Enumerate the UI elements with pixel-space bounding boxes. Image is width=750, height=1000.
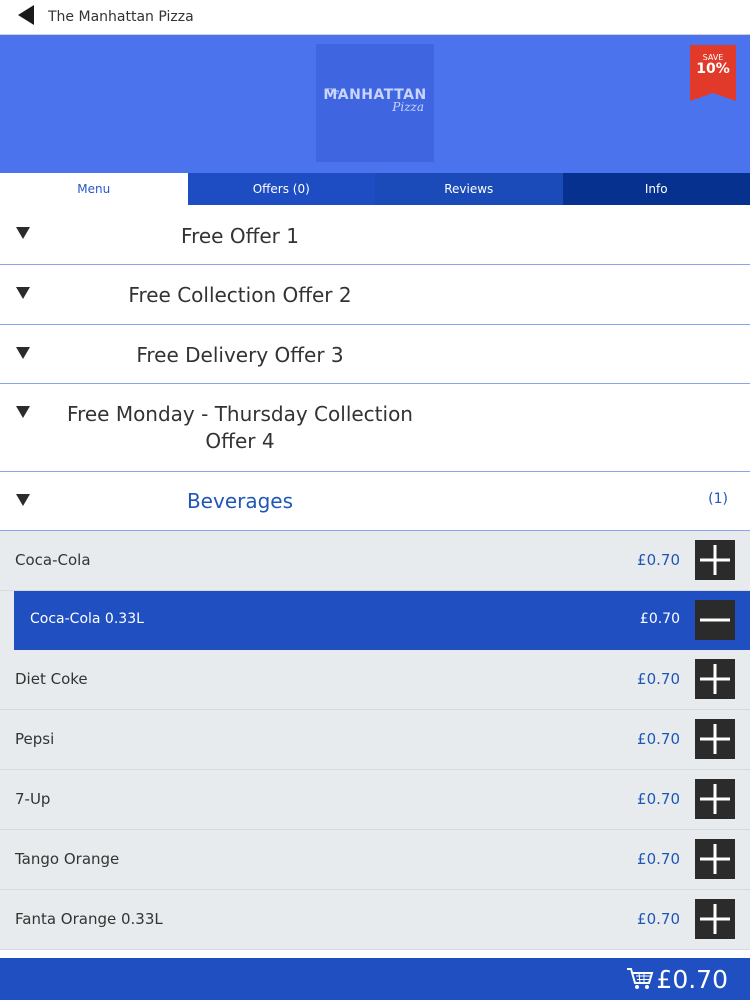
tab-info[interactable]: Info (562, 173, 750, 205)
add-button[interactable] (695, 779, 735, 819)
add-button[interactable] (695, 839, 735, 879)
add-button[interactable] (695, 899, 735, 939)
remove-button[interactable] (695, 600, 735, 640)
category-label: Beverages (186, 489, 294, 513)
item-name: Diet Coke (15, 670, 88, 688)
list-item: Coca-Cola £0.70 (0, 531, 750, 591)
add-button[interactable] (695, 540, 735, 580)
item-price: £0.70 (637, 910, 680, 928)
item-name: Fanta Orange 0.33L (15, 910, 163, 928)
item-price: £0.70 (637, 670, 680, 688)
logo-the: The (326, 88, 340, 96)
expand-triangle-icon (16, 406, 30, 418)
category-label: Free Offer 1 (181, 224, 299, 248)
item-name: Coca-Cola (15, 551, 91, 569)
tab-reviews[interactable]: Reviews (375, 173, 563, 205)
expand-triangle-icon (16, 287, 30, 299)
cart-footer[interactable]: £0.70 (0, 958, 750, 1000)
ribbon-save: SAVE (702, 53, 724, 62)
cart-icon (626, 967, 654, 991)
list-item: Fanta Orange 0.33L £0.70 (0, 890, 750, 950)
item-price: £0.70 (637, 790, 680, 808)
category-free-monday-thursday-offer-4[interactable]: Free Monday - Thursday Collection Offer … (0, 384, 750, 472)
tab-bar: Menu Offers (0) Reviews Info (0, 173, 750, 205)
expand-triangle-icon (16, 227, 30, 239)
plus-icon (700, 844, 730, 874)
category-free-offer-1[interactable]: Free Offer 1 (0, 205, 750, 265)
discount-ribbon: SAVE 10% (690, 45, 736, 101)
list-item: Diet Coke £0.70 (0, 650, 750, 710)
category-free-delivery-offer-3[interactable]: Free Delivery Offer 3 (0, 325, 750, 384)
category-label: Free Monday - Thursday Collection (67, 402, 413, 426)
item-name: 7-Up (15, 790, 51, 808)
item-price: £0.70 (637, 551, 680, 569)
category-label: Free Delivery Offer 3 (136, 343, 344, 367)
variant-name: Coca-Cola 0.33L (30, 611, 144, 627)
logo-sub: Pizza (392, 99, 424, 114)
plus-icon (700, 724, 730, 754)
expand-triangle-icon (16, 347, 30, 359)
list-item: 7-Up £0.70 (0, 770, 750, 830)
item-price: £0.70 (637, 730, 680, 748)
item-price: £0.70 (637, 850, 680, 868)
plus-icon (700, 545, 730, 575)
minus-icon (700, 618, 730, 622)
back-arrow-icon (16, 4, 36, 30)
category-count-badge: (1) (708, 491, 728, 507)
list-item: Pepsi £0.70 (0, 710, 750, 770)
ribbon-percent: 10% (696, 61, 730, 77)
tab-menu[interactable]: Menu (0, 173, 188, 205)
add-button[interactable] (695, 719, 735, 759)
cart-total: £0.70 (656, 964, 728, 994)
category-free-collection-offer-2[interactable]: Free Collection Offer 2 (0, 265, 750, 325)
list-item: Tango Orange £0.70 (0, 830, 750, 890)
restaurant-title: The Manhattan Pizza (48, 9, 194, 25)
selected-variant-row: Coca-Cola 0.33L £0.70 (0, 591, 750, 650)
category-label: Free Collection Offer 2 (128, 283, 352, 307)
hero-banner: The MANHATTAN Pizza SAVE 10% (0, 35, 750, 173)
restaurant-logo: The MANHATTAN Pizza (316, 44, 434, 162)
category-label-line2: Offer 4 (205, 429, 275, 453)
plus-icon (700, 904, 730, 934)
variant-price: £0.70 (639, 611, 680, 627)
plus-icon (700, 784, 730, 814)
item-name: Pepsi (15, 730, 55, 748)
add-button[interactable] (695, 659, 735, 699)
tab-offers[interactable]: Offers (0) (187, 173, 375, 205)
top-bar: The Manhattan Pizza (0, 0, 750, 35)
expand-triangle-icon (16, 494, 30, 506)
category-beverages[interactable]: Beverages (1) (0, 472, 750, 531)
plus-icon (700, 664, 730, 694)
item-name: Tango Orange (15, 850, 120, 868)
back-button[interactable] (8, 0, 44, 35)
